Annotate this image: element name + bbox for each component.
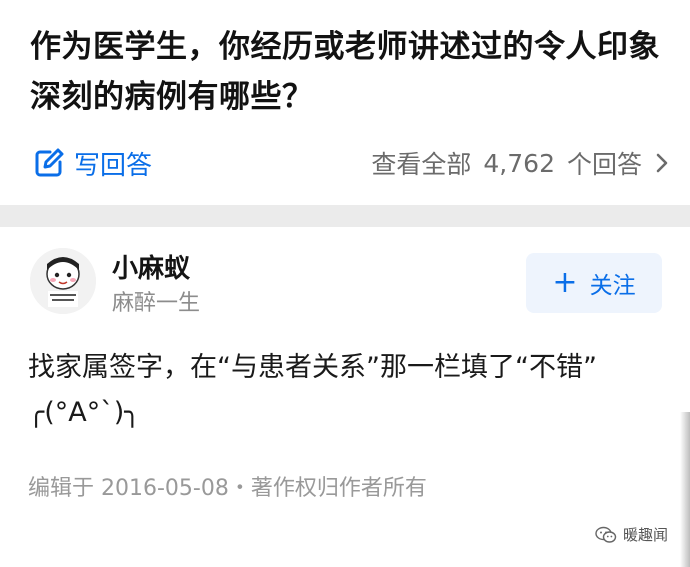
- write-answer-label: 写回答: [74, 150, 153, 181]
- question-title[interactable]: 作为医学生，你经历或老师讲述过的令人印象深刻的病例有哪些？: [30, 22, 670, 122]
- plus-icon: +: [552, 265, 578, 300]
- answer-page: 作为医学生，你经历或老师讲述过的令人印象深刻的病例有哪些？ 写回答 查看全部 4…: [0, 0, 690, 567]
- answer-meta: 编辑于 2016-05-08・著作权归作者所有: [28, 476, 427, 501]
- scrollbar-edge: [680, 412, 690, 567]
- avatar-image: [30, 248, 96, 314]
- watermark-label: 暖趣闻: [622, 526, 668, 544]
- wechat-icon: [595, 526, 617, 543]
- author-name[interactable]: 小麻蚁: [112, 248, 190, 285]
- view-all-suffix: 个回答: [566, 150, 642, 179]
- view-all-prefix: 查看全部: [371, 150, 472, 179]
- author-avatar[interactable]: [30, 248, 96, 314]
- section-divider: [0, 205, 690, 227]
- answer-kaomoji: ╭(°A°`)╮: [28, 397, 141, 428]
- answer-count: 4,762: [483, 148, 555, 178]
- answer-body[interactable]: 找家属签字，在“与患者关系”那一栏填了“不错” ╭(°A°`)╮: [28, 345, 678, 435]
- author-bio: 麻醉一生: [112, 291, 201, 316]
- write-answer-button[interactable]: 写回答: [34, 143, 152, 183]
- follow-label: 关注: [589, 273, 636, 299]
- edit-icon: [34, 148, 64, 178]
- follow-button[interactable]: + 关注: [526, 253, 662, 313]
- watermark: 暖趣闻: [595, 524, 668, 545]
- question-action-row: 写回答 查看全部 4,762 个回答: [0, 138, 690, 188]
- view-all-answers-link[interactable]: 查看全部 4,762 个回答: [371, 143, 676, 183]
- chevron-right-icon: [648, 149, 676, 177]
- answer-text-line: 找家属签字，在“与患者关系”那一栏填了“不错”: [28, 352, 597, 383]
